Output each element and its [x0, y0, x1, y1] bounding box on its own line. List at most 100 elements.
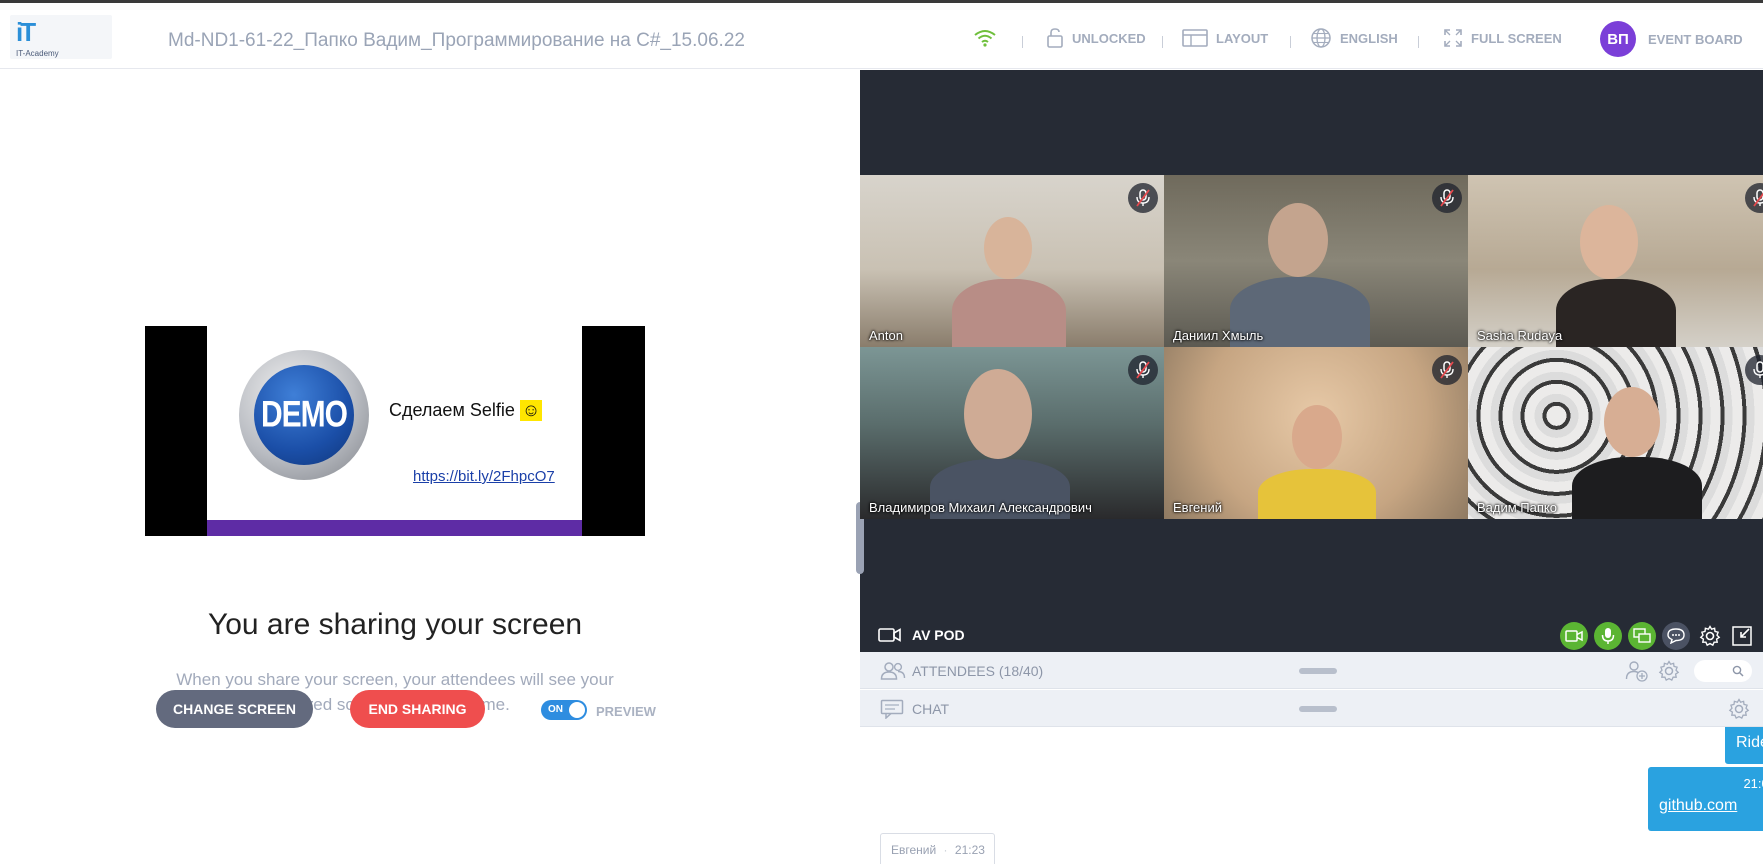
preview-toggle[interactable]: ON — [541, 700, 587, 720]
chat-message-link[interactable]: github.com — [1659, 797, 1737, 815]
person-head — [1292, 405, 1342, 469]
header-separator — [1418, 36, 1419, 48]
chat-icon — [880, 699, 904, 719]
search-icon — [1732, 665, 1744, 677]
attendee-search-input[interactable] — [1694, 660, 1752, 682]
minimize-icon — [1732, 626, 1752, 646]
fullscreen-label: FULL SCREEN — [1471, 30, 1562, 46]
header-separator — [1022, 36, 1023, 48]
microphone-toggle-button[interactable] — [1594, 622, 1622, 650]
attendees-icon — [880, 662, 906, 680]
demo-disc: DEMO — [254, 365, 354, 465]
attendees-pod-title: ATTENDEES (18/40) — [912, 663, 1044, 679]
slide-link: https://bit.ly/2FhpcO7 — [413, 468, 555, 485]
layout-icon — [1182, 29, 1208, 47]
wifi-icon — [974, 30, 996, 47]
screen-preview: DEMO Сделаем Selfie ☺ https://bit.ly/2Fh… — [145, 326, 645, 536]
mic-muted-icon — [1128, 183, 1158, 213]
smiley-icon: ☺ — [519, 400, 543, 421]
end-sharing-button[interactable]: END SHARING — [350, 690, 485, 728]
preview-label: PREVIEW — [596, 704, 656, 719]
share-title: You are sharing your screen — [207, 608, 583, 641]
video-tile[interactable]: Даниил Хмыль — [1164, 175, 1468, 347]
chat-message-text: Rider — [1736, 734, 1763, 751]
lock-toggle[interactable]: UNLOCKED — [1046, 27, 1146, 49]
demo-badge-text: DEMO — [261, 393, 348, 435]
slide-footer-bar — [207, 520, 582, 536]
header-bar: iT IT-Academy Md-ND1-61-22_Папко Вадим_П… — [0, 3, 1763, 69]
shared-slide: DEMO Сделаем Selfie ☺ https://bit.ly/2Fh… — [207, 326, 582, 536]
it-academy-logo[interactable]: iT IT-Academy — [10, 15, 112, 59]
globe-icon — [1311, 28, 1331, 48]
av-pod-toolbar: AV POD — [860, 616, 1763, 652]
camera-toggle-button[interactable] — [1560, 622, 1588, 650]
chat-pod-header[interactable]: CHAT — [860, 690, 1763, 727]
chat-messages[interactable]: Rider 21:07 github.com Евгений · 21:23 — [860, 727, 1763, 864]
connection-status[interactable] — [973, 27, 997, 49]
video-tile[interactable]: Вадим Папко — [1468, 347, 1763, 519]
toggle-state-label: ON — [548, 704, 563, 715]
fullscreen-button[interactable]: FULL SCREEN — [1443, 27, 1562, 49]
mic-muted-icon — [1432, 183, 1462, 213]
participant-name: Даниил Хмыль — [1173, 328, 1264, 343]
av-settings-button[interactable] — [1696, 622, 1724, 650]
chat-message-outgoing: 21:07 github.com — [1648, 767, 1763, 831]
language-menu[interactable]: ENGLISH — [1310, 27, 1398, 49]
screen-share-panel: DEMO Сделаем Selfie ☺ https://bit.ly/2Fh… — [0, 70, 860, 864]
logo-mark: iT — [16, 17, 36, 47]
add-user-icon[interactable] — [1625, 660, 1649, 682]
person-head — [1604, 387, 1660, 457]
chat-message-outgoing: Rider — [1725, 727, 1763, 764]
video-tile[interactable]: Anton — [860, 175, 1164, 347]
participant-name: Anton — [869, 328, 903, 343]
person-body — [952, 279, 1066, 347]
person-head — [1580, 205, 1638, 279]
chat-message-incoming: Евгений · 21:23 — [880, 833, 995, 864]
mic-muted-icon — [1432, 355, 1462, 385]
lock-label: UNLOCKED — [1072, 30, 1146, 46]
video-tile[interactable]: Евгений — [1164, 347, 1468, 519]
header-separator — [1162, 36, 1163, 48]
speech-bubble-icon — [1667, 628, 1685, 644]
participant-name: Sasha Rudaya — [1477, 328, 1563, 343]
layout-menu[interactable]: LAYOUT — [1182, 27, 1268, 49]
person-head — [1268, 203, 1328, 277]
attendees-pod-grip[interactable] — [1299, 668, 1337, 674]
microphone-icon — [1601, 628, 1615, 644]
participant-name: Вадим Папко — [1477, 500, 1557, 515]
toggle-knob — [569, 702, 585, 718]
chat-pod-grip[interactable] — [1299, 706, 1337, 712]
video-grid: Anton Даниил Хмыль Sasha Rudaya Владимир… — [860, 175, 1763, 519]
change-screen-button[interactable]: CHANGE SCREEN — [156, 690, 313, 728]
participant-name: Владимиров Михаил Александрович — [869, 500, 1092, 515]
slide-heading-text: Сделаем Selfie — [389, 400, 515, 420]
chat-bubble-button[interactable] — [1662, 622, 1690, 650]
av-pod-minimize-button[interactable] — [1728, 622, 1756, 650]
video-camera-icon — [1565, 630, 1583, 642]
chat-settings-gear-icon[interactable] — [1728, 698, 1750, 720]
mic-muted-icon — [1128, 355, 1158, 385]
chat-pod-title: CHAT — [912, 701, 950, 717]
session-title: Md-ND1-61-22_Папко Вадим_Программировани… — [168, 30, 745, 51]
attendees-pod-header[interactable]: ATTENDEES (18/40) — [860, 652, 1763, 689]
video-tile[interactable]: Sasha Rudaya — [1468, 175, 1763, 347]
chat-message-sender: Евгений — [891, 843, 937, 857]
event-board-label: EVENT BOARD — [1648, 31, 1743, 47]
language-label: ENGLISH — [1340, 30, 1398, 46]
person-body — [1556, 279, 1676, 347]
attendees-settings-gear-icon[interactable] — [1658, 660, 1680, 682]
video-tile[interactable]: Владимиров Михаил Александрович — [860, 347, 1164, 519]
chat-message-time: 21:07 — [1743, 776, 1763, 791]
event-board-button[interactable]: ВП EVENT BOARD — [1600, 21, 1743, 57]
gear-icon — [1699, 625, 1721, 647]
unlock-icon — [1047, 28, 1063, 48]
person-body — [1572, 457, 1702, 519]
layout-label: LAYOUT — [1216, 30, 1269, 46]
screen-share-toggle-button[interactable] — [1628, 622, 1656, 650]
screen-share-icon — [1633, 628, 1651, 643]
user-avatar[interactable]: ВП — [1600, 21, 1636, 57]
person-body — [1258, 469, 1376, 519]
camera-icon — [878, 628, 901, 642]
chat-message-time: 21:23 — [954, 843, 985, 857]
participant-name: Евгений — [1173, 500, 1222, 515]
